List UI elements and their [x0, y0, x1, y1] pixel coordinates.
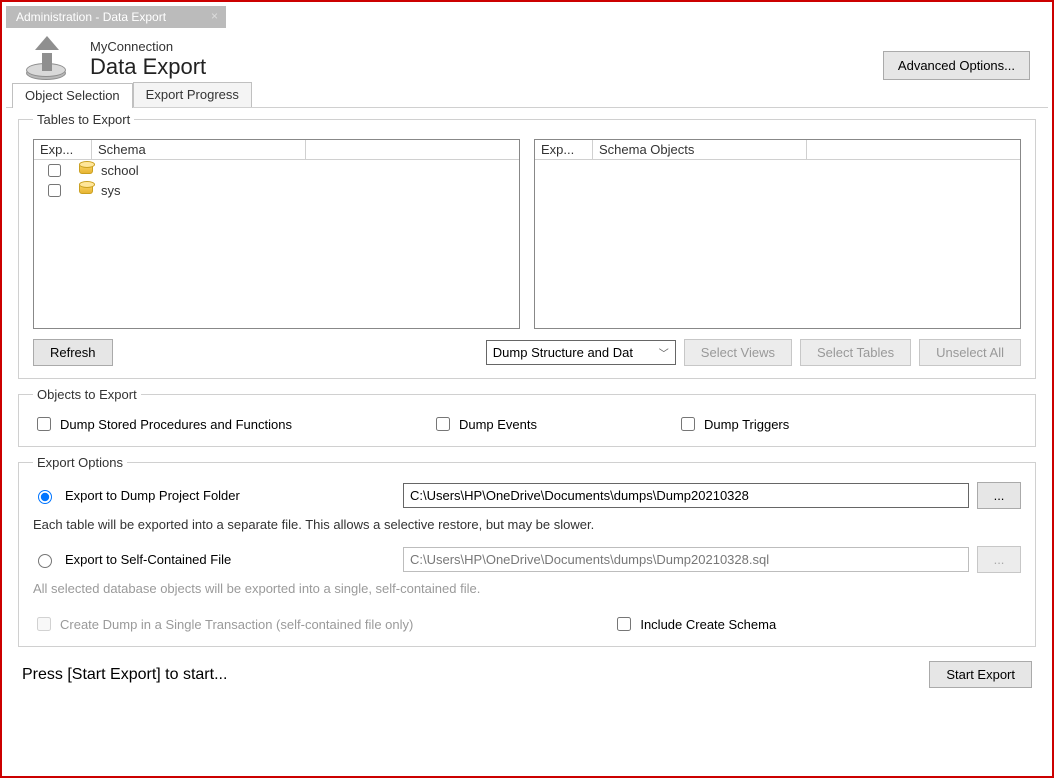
schema-checkbox[interactable]: [48, 184, 61, 197]
checkbox[interactable]: [617, 617, 631, 631]
connection-name: MyConnection: [90, 39, 206, 54]
schema-list-panel[interactable]: Exp... Schema school sys: [33, 139, 520, 329]
schema-col-name: Schema: [92, 140, 305, 159]
refresh-button[interactable]: Refresh: [33, 339, 113, 366]
export-folder-radio[interactable]: [38, 490, 52, 504]
start-export-button[interactable]: Start Export: [929, 661, 1032, 688]
chevron-down-icon: ﹀: [659, 345, 669, 360]
objects-to-export-group: Objects to Export Dump Stored Procedures…: [18, 387, 1036, 447]
window: Administration - Data Export × MyConnect…: [0, 0, 1054, 778]
browse-selfcontained-button: ...: [977, 546, 1021, 573]
status-text: Press [Start Export] to start...: [22, 666, 227, 684]
close-icon[interactable]: ×: [211, 9, 218, 23]
window-title: Administration - Data Export: [16, 10, 166, 24]
single-transaction-checkbox: Create Dump in a Single Transaction (sel…: [33, 614, 413, 634]
schema-col-export: Exp...: [34, 140, 92, 159]
dump-triggers-checkbox[interactable]: Dump Triggers: [677, 414, 789, 434]
export-folder-label: Export to Dump Project Folder: [65, 488, 395, 503]
objects-col-name: Schema Objects: [593, 140, 806, 159]
header: Administration - Data Export × MyConnect…: [6, 6, 1048, 108]
checkbox[interactable]: [37, 417, 51, 431]
export-icon: [20, 36, 72, 82]
select-views-button[interactable]: Select Views: [684, 339, 792, 366]
include-create-schema-checkbox[interactable]: Include Create Schema: [613, 614, 776, 634]
tab-export-progress[interactable]: Export Progress: [133, 82, 252, 107]
dump-events-checkbox[interactable]: Dump Events: [432, 414, 537, 434]
advanced-options-button[interactable]: Advanced Options...: [883, 51, 1030, 80]
export-options-legend: Export Options: [33, 455, 127, 470]
unselect-all-button[interactable]: Unselect All: [919, 339, 1021, 366]
objects-col-export: Exp...: [535, 140, 593, 159]
tables-to-export-group: Tables to Export Exp... Schema school: [18, 112, 1036, 379]
browse-folder-button[interactable]: ...: [977, 482, 1021, 509]
tabs: Object Selection Export Progress: [12, 82, 1048, 107]
schema-row[interactable]: school: [34, 160, 519, 180]
schema-row[interactable]: sys: [34, 180, 519, 200]
export-selfcontained-path: [403, 547, 969, 572]
schema-objects-panel[interactable]: Exp... Schema Objects: [534, 139, 1021, 329]
export-options-group: Export Options Export to Dump Project Fo…: [18, 455, 1036, 647]
export-selfcontained-radio[interactable]: [38, 554, 52, 568]
export-folder-hint: Each table will be exported into a separ…: [33, 515, 1021, 540]
export-selfcontained-label: Export to Self-Contained File: [65, 552, 395, 567]
export-folder-path[interactable]: [403, 483, 969, 508]
schema-name: sys: [101, 183, 121, 198]
checkbox: [37, 617, 51, 631]
tables-to-export-legend: Tables to Export: [33, 112, 134, 127]
dump-type-select[interactable]: Dump Structure and Dat ﹀: [486, 340, 676, 365]
checkbox[interactable]: [436, 417, 450, 431]
schema-checkbox[interactable]: [48, 164, 61, 177]
footer: Press [Start Export] to start... Start E…: [16, 655, 1038, 694]
tab-object-selection[interactable]: Object Selection: [12, 83, 133, 108]
tab-title-bar: Administration - Data Export ×: [6, 6, 226, 28]
objects-to-export-legend: Objects to Export: [33, 387, 141, 402]
database-icon: [79, 183, 93, 197]
dump-type-value: Dump Structure and Dat: [493, 345, 633, 360]
export-selfcontained-hint: All selected database objects will be ex…: [33, 579, 1021, 604]
schema-name: school: [101, 163, 139, 178]
checkbox[interactable]: [681, 417, 695, 431]
database-icon: [79, 163, 93, 177]
dump-stored-procs-checkbox[interactable]: Dump Stored Procedures and Functions: [33, 414, 292, 434]
select-tables-button[interactable]: Select Tables: [800, 339, 911, 366]
page-title: Data Export: [90, 54, 206, 80]
